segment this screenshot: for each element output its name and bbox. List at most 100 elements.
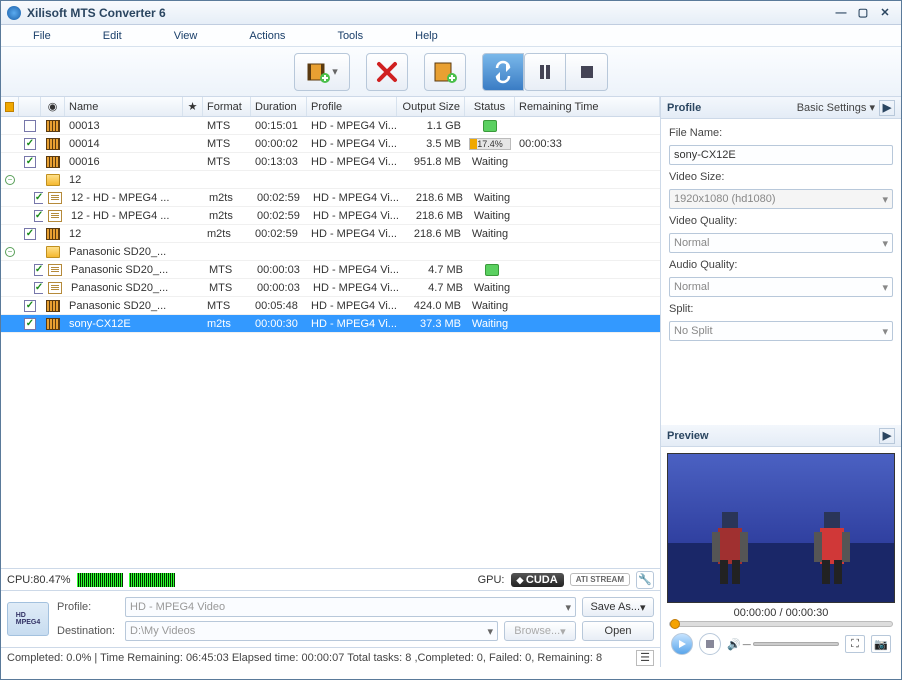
table-row[interactable]: 12 - HD - MPEG4 ...m2ts00:02:59HD - MPEG…	[1, 189, 660, 207]
col-output-size[interactable]: Output Size	[397, 97, 465, 116]
menu-help[interactable]: Help	[401, 28, 452, 44]
table-row[interactable]: 12 - HD - MPEG4 ...m2ts00:02:59HD - MPEG…	[1, 207, 660, 225]
saveas-button[interactable]: Save As... ▾	[582, 597, 654, 617]
col-duration[interactable]: Duration	[251, 97, 307, 116]
settings-icon[interactable]: 🔧	[636, 571, 654, 589]
col-status[interactable]: Status	[465, 97, 515, 116]
row-name: 12	[65, 171, 183, 188]
ready-icon	[485, 264, 499, 276]
folder-icon	[46, 174, 60, 186]
log-icon[interactable]: ☰	[636, 650, 654, 666]
table-row[interactable]: Panasonic SD20_...MTS00:00:03HD - MPEG4 …	[1, 279, 660, 297]
table-row[interactable]: 00013MTS00:15:01HD - MPEG4 Vi...1.1 GB	[1, 117, 660, 135]
row-name: 00013	[65, 117, 183, 134]
open-button[interactable]: Open	[582, 621, 654, 641]
window-title: Xilisoft MTS Converter 6	[27, 6, 829, 20]
table-row[interactable]: Panasonic SD20_...MTS00:05:48HD - MPEG4 …	[1, 297, 660, 315]
ati-badge: ATI STREAM	[570, 573, 630, 586]
row-checkbox[interactable]	[34, 210, 43, 222]
audioq-select[interactable]: Normal▾	[669, 277, 893, 297]
ready-icon	[483, 120, 497, 132]
menu-view[interactable]: View	[160, 28, 212, 44]
volume-icon[interactable]: 🔊	[727, 638, 741, 651]
volume-slider[interactable]	[753, 642, 839, 646]
row-checkbox[interactable]	[24, 228, 36, 240]
table-row[interactable]: 12m2ts00:02:59HD - MPEG4 Vi...218.6 MBWa…	[1, 225, 660, 243]
row-checkbox[interactable]	[24, 120, 36, 132]
menu-actions[interactable]: Actions	[235, 28, 299, 44]
seek-bar[interactable]	[669, 621, 893, 627]
expand-all-icon[interactable]	[5, 102, 14, 112]
doc-icon	[48, 192, 62, 204]
col-format[interactable]: Format	[203, 97, 251, 116]
videosize-label: Video Size:	[669, 171, 893, 183]
row-checkbox[interactable]	[24, 156, 36, 168]
videosize-select[interactable]: 1920x1080 (hd1080)▾	[669, 189, 893, 209]
close-button[interactable]: ✕	[875, 5, 895, 21]
row-checkbox[interactable]	[24, 138, 36, 150]
menu-file[interactable]: File	[19, 28, 65, 44]
preview-image	[667, 453, 895, 603]
profile-form: File Name: Video Size: 1920x1080 (hd1080…	[661, 119, 901, 349]
row-checkbox[interactable]	[24, 300, 36, 312]
snapshot-icon[interactable]: 📷	[871, 635, 891, 653]
col-icon[interactable]: ◉	[41, 97, 65, 116]
profile-panel-header: Profile Basic Settings ▾ ▶	[661, 97, 901, 119]
row-checkbox[interactable]	[24, 318, 36, 330]
videoq-select[interactable]: Normal▾	[669, 233, 893, 253]
doc-icon	[48, 282, 62, 294]
add-file-button[interactable]: ▾	[294, 53, 350, 91]
collapse-icon[interactable]: −	[5, 175, 15, 185]
table-row[interactable]: 00016MTS00:13:03HD - MPEG4 Vi...951.8 MB…	[1, 153, 660, 171]
convert-button[interactable]	[482, 53, 524, 91]
toolbar: ▾	[1, 47, 901, 97]
preview-panel-header: Preview ▶	[661, 425, 901, 447]
row-checkbox[interactable]	[34, 192, 43, 204]
menu-edit[interactable]: Edit	[89, 28, 136, 44]
filename-input[interactable]	[669, 145, 893, 165]
basic-settings-toggle[interactable]: Basic Settings ▾	[797, 101, 875, 114]
row-name: Panasonic SD20_...	[65, 297, 183, 314]
pause-button[interactable]	[524, 53, 566, 91]
col-profile[interactable]: Profile	[307, 97, 397, 116]
menu-tools[interactable]: Tools	[323, 28, 377, 44]
row-name: Panasonic SD20_...	[67, 279, 185, 296]
minimize-button[interactable]: —	[831, 5, 851, 21]
folder-icon	[46, 246, 60, 258]
table-row[interactable]: − Panasonic SD20_...	[1, 243, 660, 261]
col-remaining[interactable]: Remaining Time	[515, 97, 660, 116]
collapse-icon[interactable]: −	[5, 247, 15, 257]
gpu-label: GPU:	[478, 574, 505, 586]
fullscreen-icon[interactable]: ⛶	[845, 635, 865, 653]
col-star[interactable]: ★	[183, 97, 203, 116]
browse-button[interactable]: Browse... ▾	[504, 621, 576, 641]
split-select[interactable]: No Split▾	[669, 321, 893, 341]
stop-button[interactable]	[566, 53, 608, 91]
expand-profile-icon[interactable]: ▶	[879, 100, 895, 116]
profile-select[interactable]: HD - MPEG4 Video▾	[125, 597, 576, 617]
file-list[interactable]: 00013MTS00:15:01HD - MPEG4 Vi...1.1 GB00…	[1, 117, 660, 568]
table-row[interactable]: Panasonic SD20_...MTS00:00:03HD - MPEG4 …	[1, 261, 660, 279]
expand-preview-icon[interactable]: ▶	[879, 428, 895, 444]
table-row[interactable]: sony-CX12Em2ts00:00:30HD - MPEG4 Vi...37…	[1, 315, 660, 333]
row-name: Panasonic SD20_...	[67, 261, 185, 278]
play-button[interactable]	[671, 633, 693, 655]
add-profile-button[interactable]	[424, 53, 466, 91]
table-row[interactable]: − 12	[1, 171, 660, 189]
film-icon	[46, 120, 60, 132]
col-name[interactable]: Name	[65, 97, 183, 116]
cpu-graph	[77, 573, 123, 587]
film-icon	[46, 156, 60, 168]
maximize-button[interactable]: ▢	[853, 5, 873, 21]
column-headers: ◉ Name ★ Format Duration Profile Output …	[1, 97, 660, 117]
output-settings: HDMPEG4 Profile: HD - MPEG4 Video▾ Save …	[1, 590, 660, 647]
row-checkbox[interactable]	[34, 264, 43, 276]
row-name: Panasonic SD20_...	[65, 243, 183, 260]
remove-button[interactable]	[366, 53, 408, 91]
table-row[interactable]: 00014MTS00:00:02HD - MPEG4 Vi...3.5 MB17…	[1, 135, 660, 153]
videoq-label: Video Quality:	[669, 215, 893, 227]
row-checkbox[interactable]	[34, 282, 43, 294]
stop-preview-button[interactable]	[699, 633, 721, 655]
cpu-label: CPU:80.47%	[7, 574, 71, 586]
destination-select[interactable]: D:\My Videos▾	[125, 621, 498, 641]
